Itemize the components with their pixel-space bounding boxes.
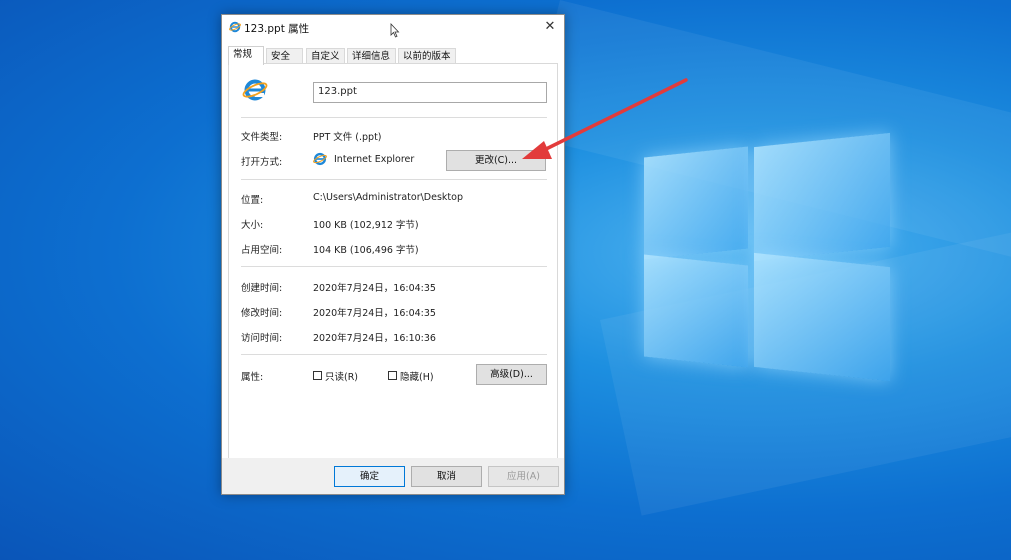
close-icon: ✕ [544, 19, 556, 34]
tab-label: 常规 [233, 49, 253, 60]
open-with-label: 打开方式: [241, 157, 283, 168]
windows-logo [640, 128, 900, 388]
modified-value: 2020年7月24日，16:04:35 [313, 308, 436, 319]
file-type-value: PPT 文件 (.ppt) [313, 132, 382, 143]
red-arrow-annotation [522, 78, 688, 159]
internet-explorer-icon [242, 79, 268, 101]
advanced-button[interactable]: 高级(D)... [476, 364, 547, 385]
file-name-input[interactable]: 123.ppt [313, 82, 547, 103]
accessed-value: 2020年7月24日，16:10:36 [313, 333, 436, 344]
hidden-checkbox[interactable] [388, 371, 397, 380]
tab-label: 以前的版本 [403, 51, 451, 62]
created-label: 创建时间: [241, 283, 283, 294]
close-button[interactable]: ✕ [536, 15, 564, 39]
file-type-label: 文件类型: [241, 132, 283, 143]
tab-previous-versions[interactable]: 以前的版本 [398, 48, 456, 64]
separator [241, 179, 547, 180]
separator [241, 266, 547, 267]
accessed-label: 访问时间: [241, 333, 283, 344]
tab-security[interactable]: 安全 [266, 48, 303, 64]
created-value: 2020年7月24日，16:04:35 [313, 283, 436, 294]
dialog-title: 123.ppt 属性 [244, 23, 310, 35]
ok-button[interactable]: 确定 [334, 466, 405, 487]
location-label: 位置: [241, 195, 264, 206]
size-on-disk-label: 占用空间: [241, 245, 283, 256]
size-value: 100 KB (102,912 字节) [313, 220, 419, 231]
dialog-footer: 确定 取消 应用(A) [222, 458, 564, 494]
location-value: C:\Users\Administrator\Desktop [313, 192, 463, 203]
internet-explorer-icon [313, 152, 327, 166]
hidden-label[interactable]: 隐藏(H) [400, 369, 434, 383]
separator [241, 354, 547, 355]
tab-details[interactable]: 详细信息 [347, 48, 396, 64]
internet-explorer-icon [229, 21, 241, 33]
properties-dialog: 123.ppt 属性 ✕ 常规 安全 自定义 详细信息 以前的版本 123.pp… [221, 14, 565, 495]
tab-general[interactable]: 常规 [228, 46, 264, 65]
separator [241, 117, 547, 118]
tab-label: 自定义 [311, 51, 340, 62]
open-with-value: Internet Explorer [334, 154, 415, 165]
cancel-button[interactable]: 取消 [411, 466, 482, 487]
general-panel: 123.ppt 文件类型: PPT 文件 (.ppt) 打开方式: Intern… [228, 63, 558, 460]
readonly-label[interactable]: 只读(R) [325, 369, 358, 383]
readonly-checkbox[interactable] [313, 371, 322, 380]
size-label: 大小: [241, 220, 264, 231]
tab-label: 详细信息 [352, 51, 391, 62]
cursor-icon [390, 23, 400, 38]
attributes-label: 属性: [241, 372, 264, 383]
size-on-disk-value: 104 KB (106,496 字节) [313, 245, 419, 256]
tab-label: 安全 [271, 51, 291, 62]
modified-label: 修改时间: [241, 308, 283, 319]
tab-custom[interactable]: 自定义 [306, 48, 345, 64]
apply-button[interactable]: 应用(A) [488, 466, 559, 487]
